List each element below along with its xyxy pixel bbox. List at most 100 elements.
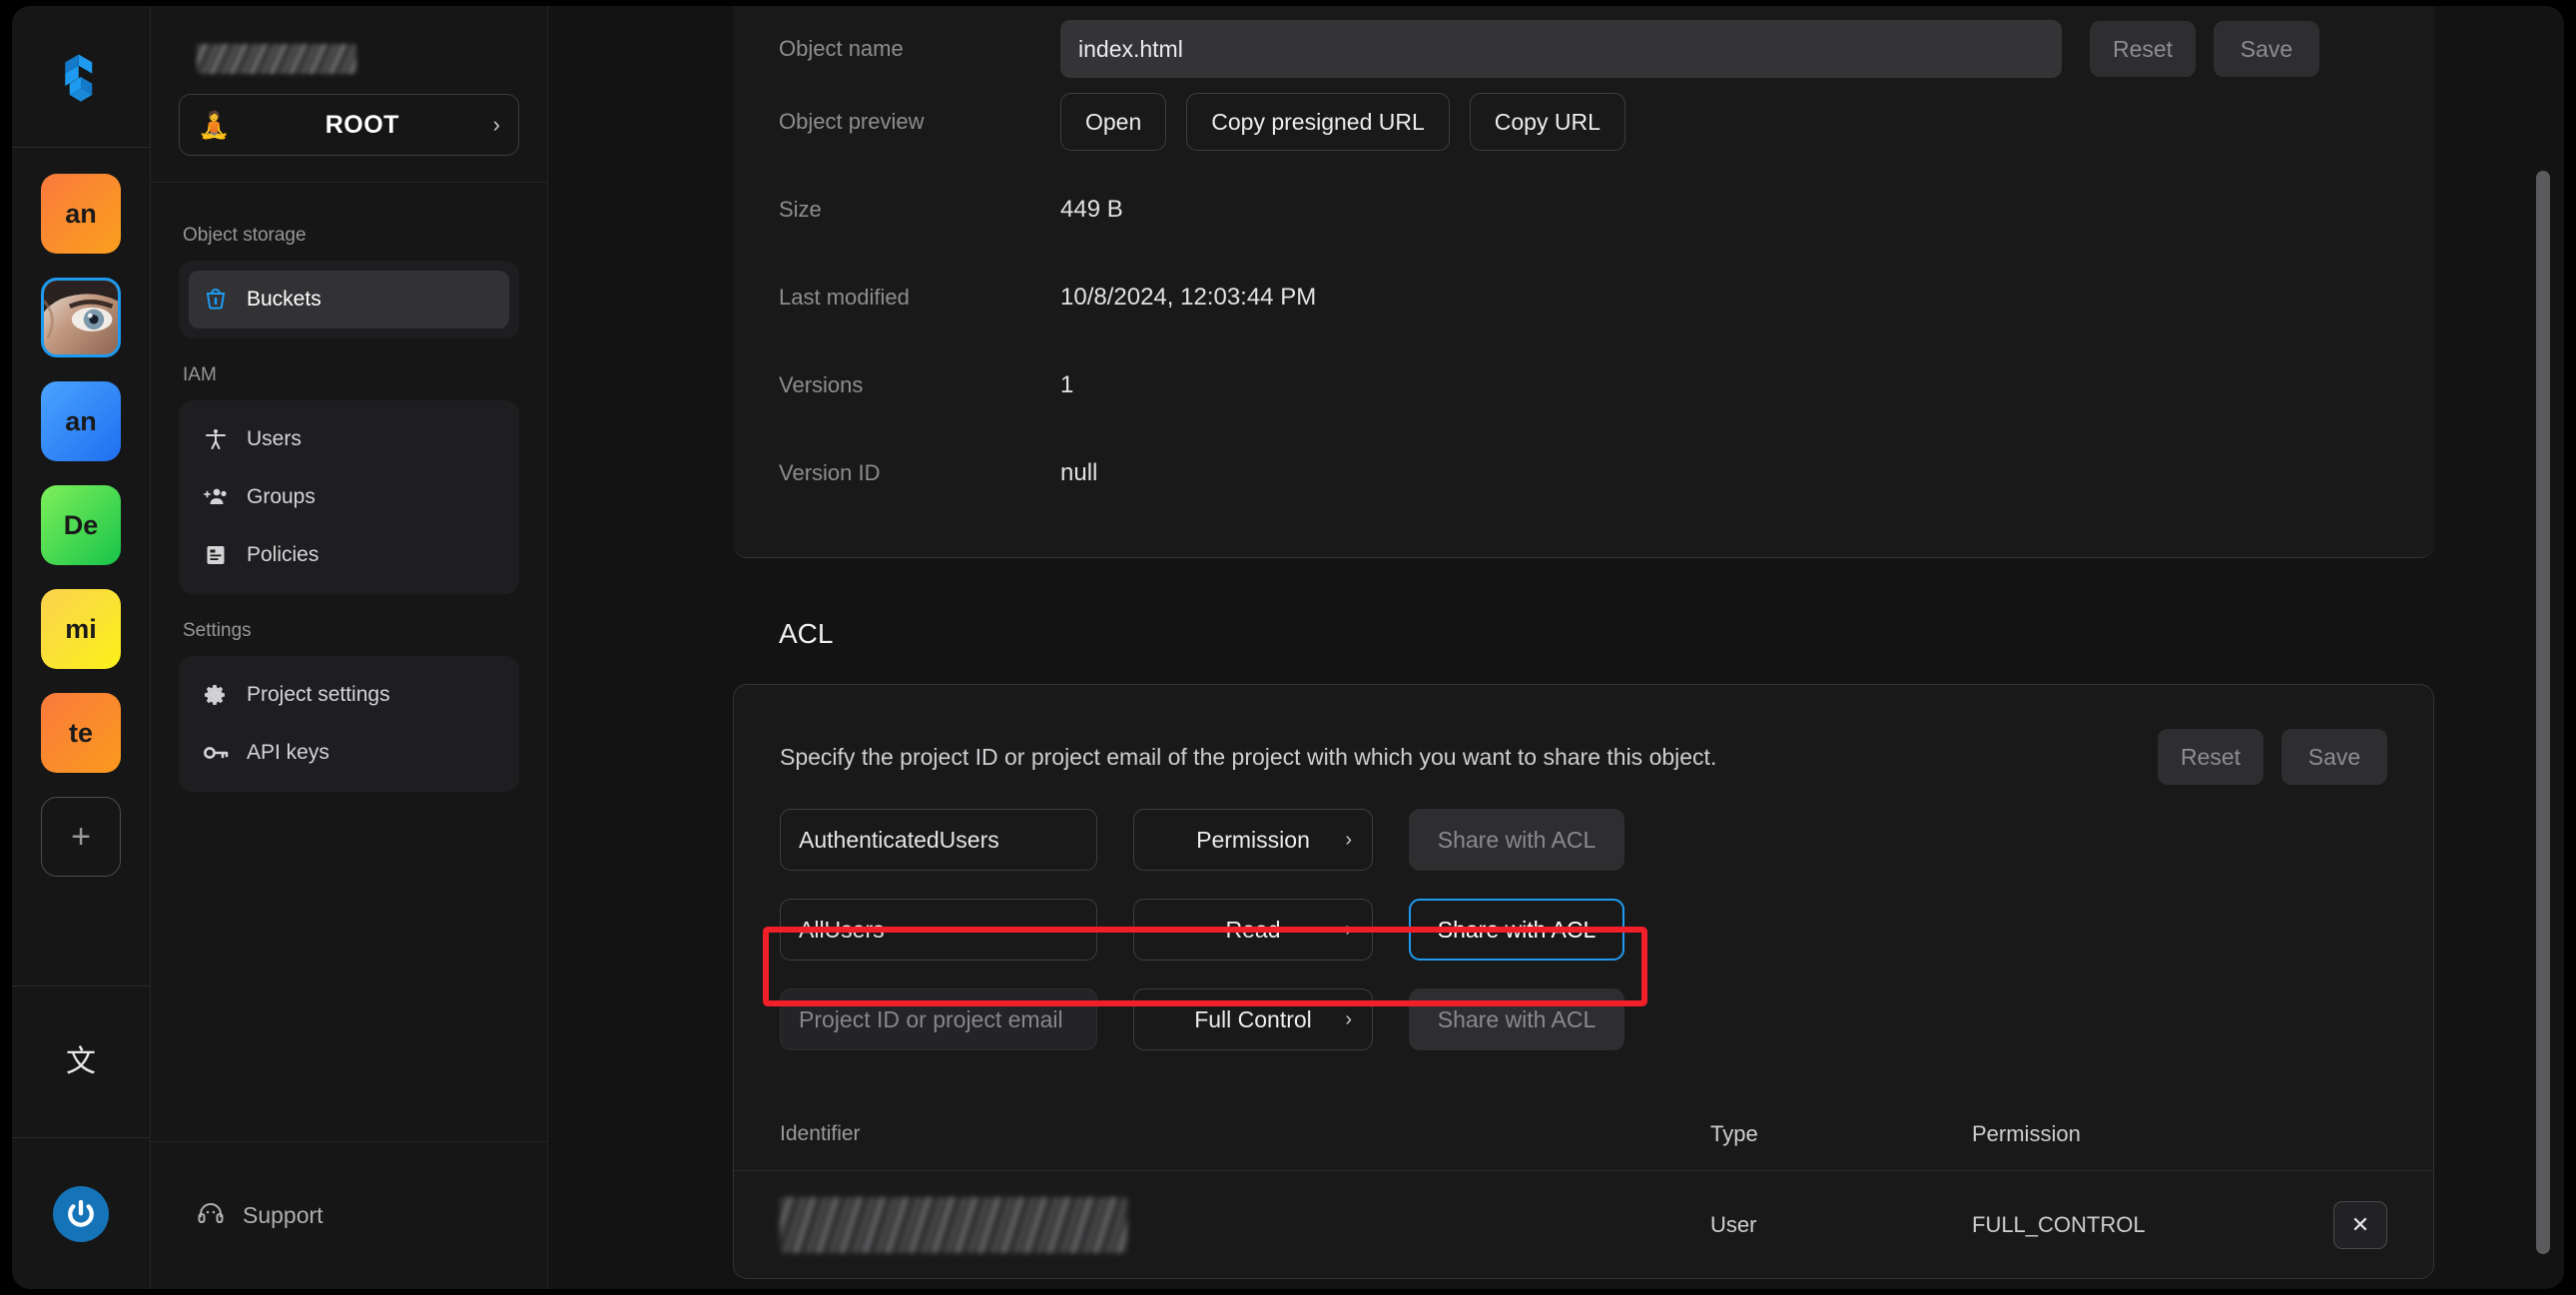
project-avatar-an-blue[interactable]: an [41,381,121,461]
add-project-button[interactable]: + [41,797,121,877]
project-avatar-list: an an De mi te + [12,148,150,985]
acl-permission-select-full-control[interactable]: Full Control › [1133,988,1373,1050]
left-rail: an an De mi te + 文 [12,6,150,1289]
acl-identifier-input-allusers[interactable] [780,899,1097,961]
sidebar-header: 🧘 ROOT › [151,6,547,183]
project-avatar-photo-selected[interactable] [41,278,121,357]
main-content: Object name Reset Save Object preview Op… [547,6,2564,1289]
versions-label: Versions [779,372,864,397]
object-name-actions: Reset Save [2090,21,2319,77]
sidebar-item-label: Project settings [247,683,390,706]
acl-card: Specify the project ID or project email … [733,684,2434,1279]
acl-grant-row: Permission › Share with ACL [734,795,2433,885]
avatar-initials: te [68,717,93,748]
root-project-selector[interactable]: 🧘 ROOT › [179,94,519,156]
sidebar-item-api-keys[interactable]: API keys [189,724,509,782]
project-avatar-mi-yellow[interactable]: mi [41,589,121,669]
gear-icon [203,682,229,708]
acl-identifier-input-empty[interactable] [780,988,1097,1050]
sidebar-item-users[interactable]: Users [189,410,509,468]
sidebar-item-project-settings[interactable]: Project settings [189,666,509,724]
object-size-row: Size 449 B [733,166,2434,254]
acl-grant-row-highlighted: Read › Share with ACL [734,885,2433,974]
account-power-button[interactable] [12,1137,150,1289]
last-modified-value: 10/8/2024, 12:03:44 PM [1060,284,1317,311]
versions-value: 1 [1060,371,1074,398]
object-name-row: Object name Reset Save [733,6,2434,78]
acl-permission-value: Full Control [1194,1005,1312,1032]
support-headset-icon [197,1200,225,1232]
chevron-right-icon: › [1345,918,1352,941]
sidebar-item-label: Groups [247,485,316,508]
cell-type: User [1710,1211,1757,1237]
acl-table-header: Identifier Type Permission [734,1098,2433,1170]
cube-logo-icon [65,54,93,102]
bucket-icon [203,287,229,313]
copy-presigned-url-button[interactable]: Copy presigned URL [1186,93,1450,151]
object-version-id-row: Version ID null [733,429,2434,517]
column-header-permission: Permission [1972,1121,2081,1146]
identifier-redacted-block [780,1196,1127,1253]
plus-icon: + [71,817,91,856]
object-name-label: Object name [779,36,904,61]
size-label: Size [779,197,822,222]
open-button[interactable]: Open [1060,93,1167,151]
version-id-value: null [1060,459,1098,486]
eye-photo-icon [44,281,118,354]
avatar-initials: an [65,198,97,229]
object-preview-buttons: Open Copy presigned URL Copy URL [1060,93,1625,151]
sidebar-item-policies[interactable]: Policies [189,526,509,584]
chevron-right-icon: › [1345,828,1352,851]
sidebar-item-label: Users [247,427,302,450]
chevron-right-icon: › [1345,1007,1352,1030]
acl-description-row: Specify the project ID or project email … [734,685,2433,795]
object-details-card: Object name Reset Save Object preview Op… [733,6,2434,558]
acl-permission-select[interactable]: Permission › [1133,809,1373,871]
nav-group-iam: Users Groups Policies [179,400,519,594]
object-last-modified-row: Last modified 10/8/2024, 12:03:44 PM [733,254,2434,341]
acl-reset-button[interactable]: Reset [2158,729,2263,785]
support-link[interactable]: Support [197,1200,323,1232]
size-value: 449 B [1060,196,1123,223]
nav-group-settings: Project settings API keys [179,656,519,792]
sidebar-item-groups[interactable]: Groups [189,468,509,526]
share-with-acl-button-active[interactable]: Share with ACL [1409,899,1624,961]
acl-grant-row-empty: Full Control › Share with ACL [734,974,2433,1064]
power-icon [53,1185,109,1242]
acl-table: Identifier Type Permission User FULL_CON… [734,1098,2433,1278]
column-header-type: Type [1710,1121,1758,1146]
acl-permission-select-read[interactable]: Read › [1133,899,1373,961]
remove-acl-entry-button[interactable]: ✕ [2333,1200,2387,1249]
project-avatar-an-orange[interactable]: an [41,174,121,254]
sidebar-item-buckets[interactable]: Buckets [189,271,509,328]
reset-button[interactable]: Reset [2090,21,2196,77]
cell-permission: FULL_CONTROL [1972,1211,2146,1237]
translate-icon: 文 [66,1044,96,1078]
support-label: Support [243,1202,323,1228]
acl-permission-value: Read [1225,916,1281,943]
organization-name-redacted [197,44,356,74]
avatar-initials: De [63,509,99,540]
acl-save-button[interactable]: Save [2281,729,2387,785]
version-id-label: Version ID [779,460,881,485]
object-name-input[interactable] [1060,20,2062,78]
sidebar-footer: Support [151,1141,547,1289]
object-preview-label: Object preview [779,109,925,134]
copy-url-button[interactable]: Copy URL [1469,93,1625,151]
table-row: User FULL_CONTROL ✕ [734,1170,2433,1278]
project-avatar-te-orange[interactable]: te [41,693,121,773]
yoga-person-icon: 🧘 [198,109,231,140]
save-button[interactable]: Save [2214,21,2319,77]
object-versions-row: Versions 1 [733,341,2434,429]
language-switcher[interactable]: 文 [12,985,150,1137]
root-label: ROOT [324,110,399,139]
sidebar-item-label: Policies [247,543,320,566]
app-logo[interactable] [12,6,150,148]
sidebar-nav: Object storage Buckets IAM Users Groups … [151,183,547,1141]
avatar-initials: mi [65,613,97,644]
chevron-right-icon: › [492,112,500,137]
vertical-scrollbar[interactable] [2536,171,2550,1254]
section-title-object-storage: Object storage [183,225,307,246]
acl-identifier-input[interactable] [780,809,1097,871]
project-avatar-de-green[interactable]: De [41,485,121,565]
